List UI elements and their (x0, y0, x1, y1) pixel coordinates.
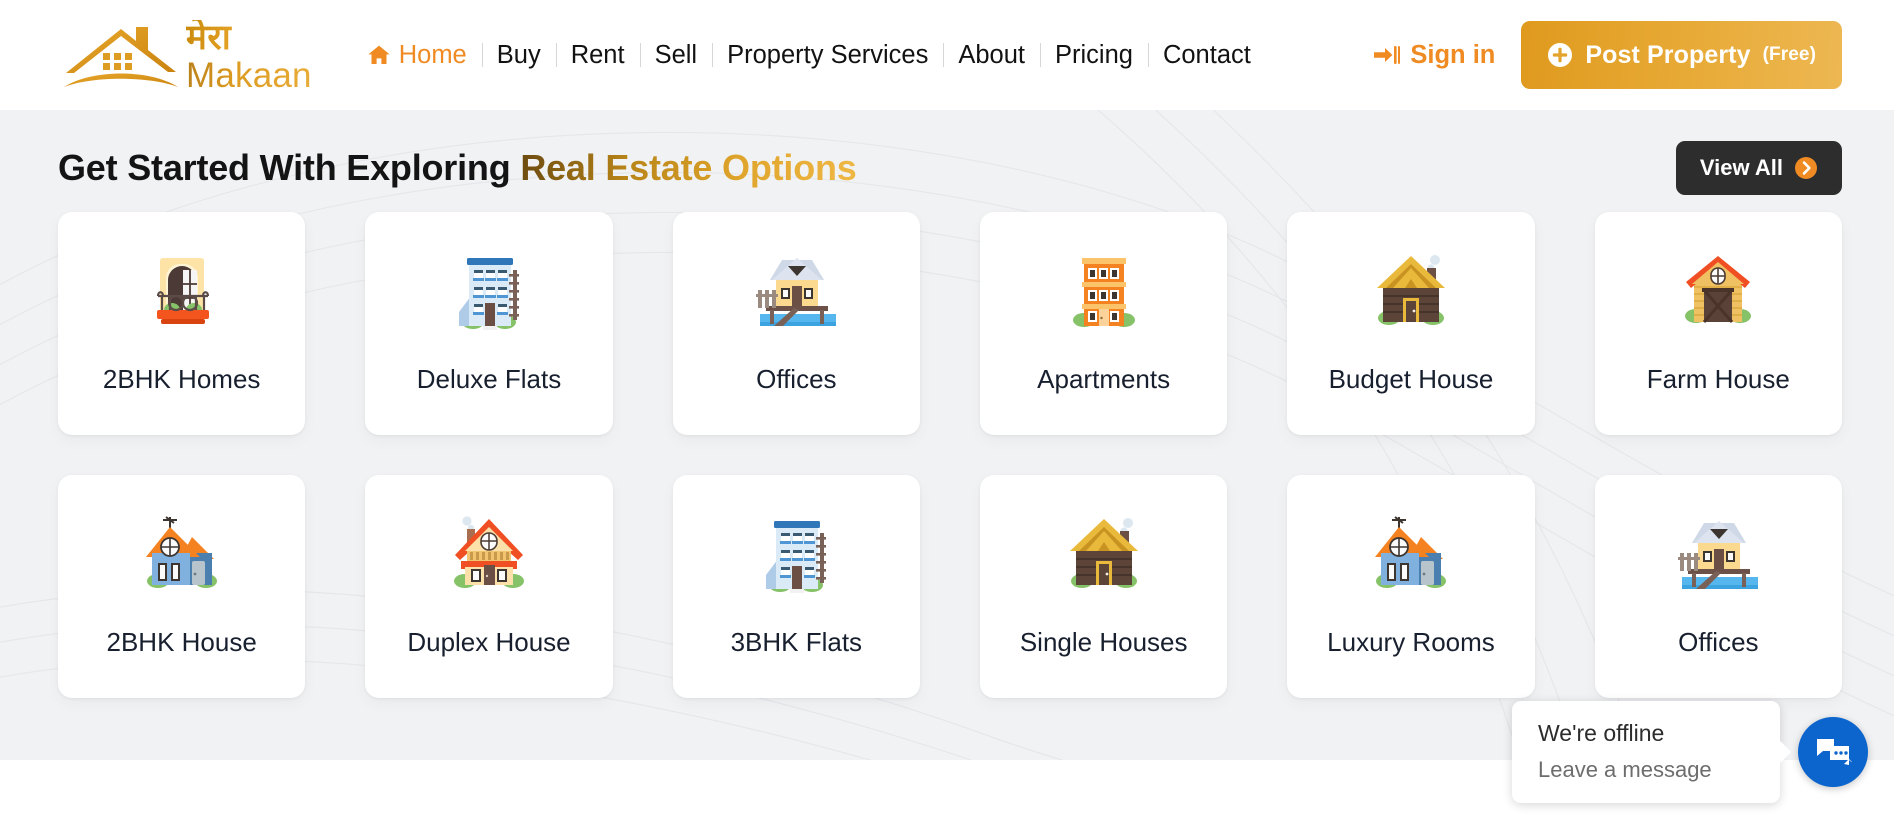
home-icon (368, 45, 390, 64)
nav-item-home-label: Home (398, 40, 467, 69)
nav-item-contact[interactable]: Contact (1148, 41, 1266, 70)
category-card[interactable]: Apartments (979, 212, 1228, 435)
category-card-label: Apartments (1037, 364, 1171, 394)
nav-item-home[interactable]: Home (352, 41, 482, 70)
chat-bubbles-icon (1817, 738, 1852, 765)
nav-item-about-label: About (958, 40, 1025, 69)
chat-offline-title: We're offline (1538, 719, 1665, 746)
category-card-label: Offices (756, 364, 837, 394)
category-card-label: 2BHK Homes (102, 364, 261, 394)
category-card[interactable]: Deluxe Flats (365, 212, 613, 435)
post-property-label: Post Property (1585, 40, 1751, 69)
page-title: Get Started With Exploring Real Estate O… (58, 147, 857, 189)
nav-item-pricing[interactable]: Pricing (1040, 41, 1148, 70)
blue-house-icon (134, 507, 230, 603)
category-card-label: 3BHK Flats (730, 627, 863, 657)
page-title-plain: Get Started With Exploring (58, 147, 521, 188)
nav-item-pricing-label: Pricing (1055, 40, 1133, 69)
category-card-label: Offices (1678, 627, 1759, 657)
chevron-right-circle-icon (1795, 157, 1817, 179)
category-card-label: 2BHK House (106, 627, 257, 657)
page-title-accent: Real Estate Options (520, 147, 857, 188)
category-card[interactable]: Duplex House (365, 475, 613, 698)
log-cabin-icon (1363, 244, 1459, 340)
explore-options-section: Get Started With Exploring Real Estate O… (0, 110, 1894, 760)
view-all-button[interactable]: View All (1675, 141, 1842, 195)
sign-in-label: Sign in (1410, 40, 1496, 69)
nav-item-property-services-label: Property Services (727, 40, 929, 69)
property-category-grid: 2BHK Homes Deluxe Flats Offices Apartmen… (58, 212, 1842, 698)
nav-item-sell[interactable]: Sell (640, 41, 713, 70)
blue-apartment-building-icon (441, 244, 537, 340)
category-card-label: Duplex House (407, 627, 571, 657)
nav-item-contact-label: Contact (1162, 40, 1251, 69)
barn-icon (1670, 244, 1766, 340)
blue-apartment-building-icon (748, 507, 844, 603)
category-card-label: Single Houses (1019, 627, 1188, 657)
nav-item-rent-label: Rent (570, 40, 625, 69)
main-navigation: Home Buy Rent Sell Property Services Abo… (352, 0, 1349, 110)
category-card[interactable]: 2BHK Homes (58, 212, 306, 435)
category-card-label: Deluxe Flats (416, 364, 562, 394)
sign-in-arrow-icon (1374, 46, 1401, 64)
nav-item-buy[interactable]: Buy (482, 41, 556, 70)
chat-offline-subtitle: Leave a message (1538, 756, 1712, 782)
category-card[interactable]: Budget House (1287, 212, 1535, 435)
category-card[interactable]: 3BHK Flats (672, 475, 920, 698)
header-actions: Sign in Post Property (Free) (1348, 21, 1842, 89)
stilt-house-icon (1670, 507, 1766, 603)
brand-hindi-text: मेरा (186, 20, 312, 55)
category-card[interactable]: Farm House (1594, 212, 1842, 435)
view-all-label: View All (1699, 155, 1783, 180)
nav-item-buy-label: Buy (496, 40, 541, 69)
blue-house-icon (1363, 507, 1459, 603)
brand-logo[interactable]: मेरा Makaan (58, 18, 312, 93)
stilt-house-icon (748, 244, 844, 340)
post-property-free-suffix: (Free) (1762, 44, 1816, 65)
category-card-label: Farm House (1646, 364, 1790, 394)
nav-item-property-services[interactable]: Property Services (712, 41, 943, 70)
nav-item-rent[interactable]: Rent (556, 41, 640, 70)
balcony-window-icon (134, 244, 230, 340)
log-cabin-icon (1056, 507, 1152, 603)
category-card[interactable]: Single Houses (979, 475, 1228, 698)
category-card[interactable]: Luxury Rooms (1287, 475, 1535, 698)
chat-widget: We're offline Leave a message (1512, 700, 1868, 803)
plus-circle-icon (1548, 43, 1573, 67)
category-card-label: Budget House (1328, 364, 1494, 394)
site-header: मेरा Makaan Home Buy Rent Sell Property … (0, 0, 1894, 110)
nav-item-sell-label: Sell (654, 40, 698, 69)
post-property-button[interactable]: Post Property (Free) (1521, 21, 1842, 89)
category-card[interactable]: Offices (672, 212, 920, 435)
tan-house-chimney-icon (441, 507, 537, 603)
section-header: Get Started With Exploring Real Estate O… (58, 110, 1842, 202)
nav-item-about[interactable]: About (943, 41, 1040, 70)
chat-launcher-button[interactable] (1798, 716, 1868, 787)
orange-apartment-building-icon (1056, 244, 1152, 340)
category-card[interactable]: 2BHK House (58, 475, 306, 698)
brand-latin-text: Makaan (186, 55, 312, 95)
house-roof-logo-icon (64, 27, 178, 87)
category-card[interactable]: Offices (1594, 475, 1842, 698)
sign-in-button[interactable]: Sign in (1348, 41, 1521, 70)
category-card-label: Luxury Rooms (1327, 627, 1495, 657)
chat-offline-tooltip[interactable]: We're offline Leave a message (1512, 700, 1780, 803)
